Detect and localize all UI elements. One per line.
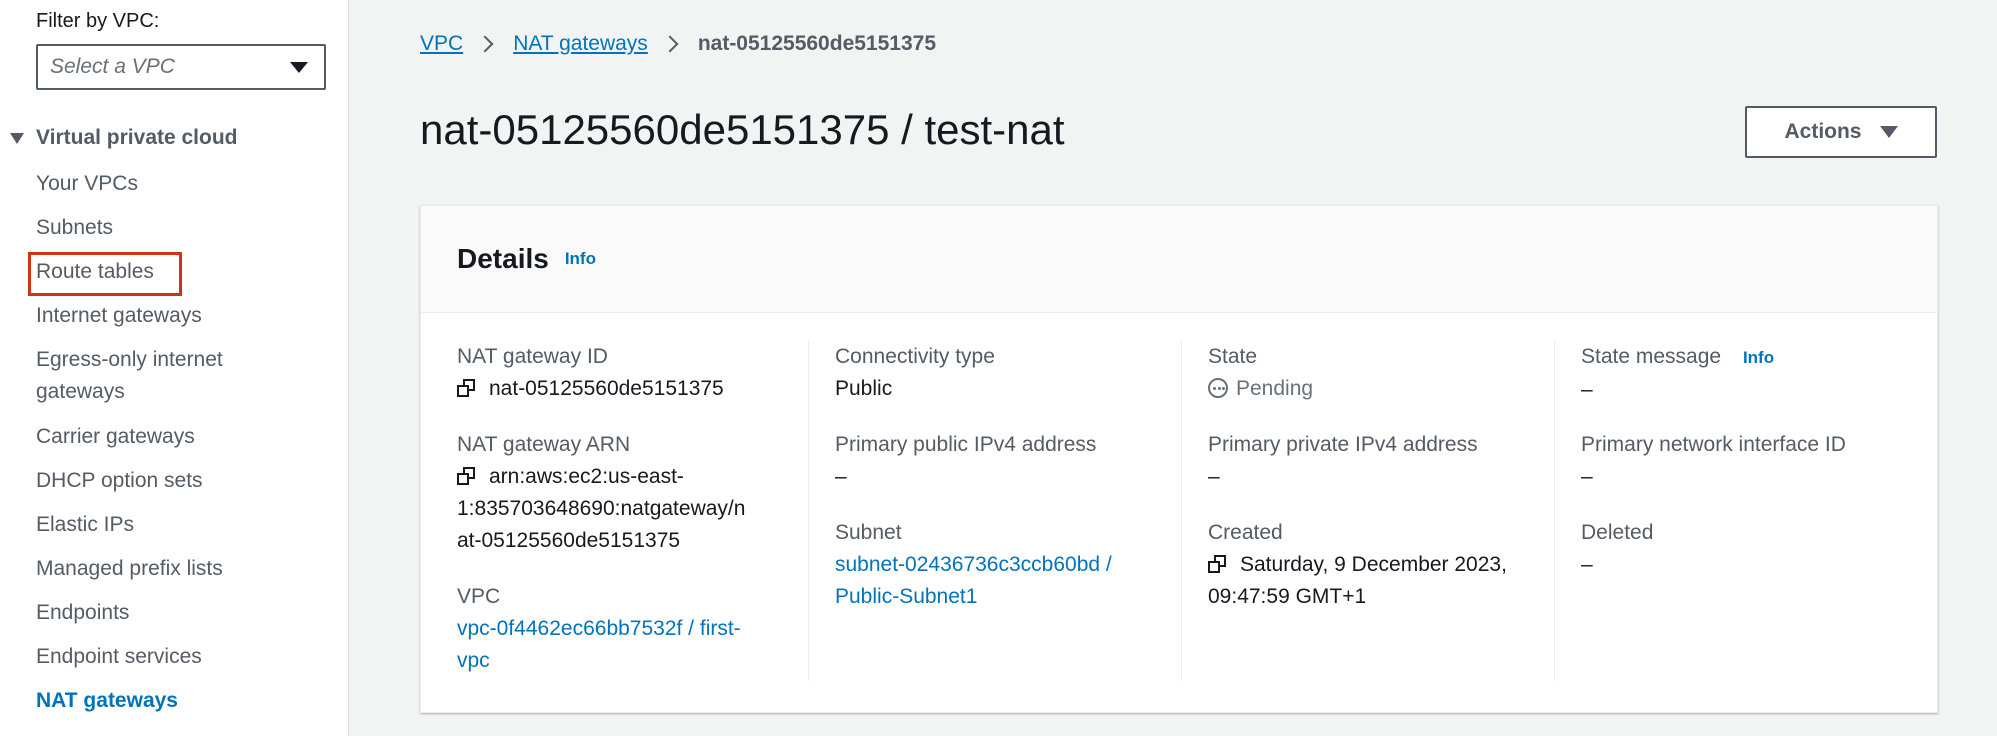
pending-status-icon [1208,378,1228,398]
details-column-3: State Pending Primary private IPv4 addre… [1181,341,1522,681]
connectivity-type-field: Connectivity type Public [835,341,995,405]
sidebar-item-label-line2: gateways [36,380,125,403]
nat-gateway-arn-line1: arn:aws:ec2:us-east- [489,465,684,488]
state-value-row: Pending [1208,373,1313,405]
breadcrumb-vpc-link[interactable]: VPC [420,32,463,56]
subnet-field: Subnet subnet-02436736c3ccb60bd / Public… [835,517,1112,613]
copy-icon[interactable] [457,379,475,397]
field-label: Connectivity type [835,345,995,368]
copy-icon[interactable] [1208,555,1226,573]
details-column-4: State message Info – Primary network int… [1554,341,1895,681]
primary-private-ip-value: – [1208,465,1220,488]
details-column-2: Connectivity type Public Primary public … [808,341,1175,681]
nat-gateway-arn-field: NAT gateway ARN arn:aws:ec2:us-east- 1:8… [457,429,745,557]
sidebar-item-elastic-ips[interactable]: Elastic IPs [36,509,134,541]
breadcrumb-nat-gateways-link[interactable]: NAT gateways [513,32,648,56]
sidebar-item-internet-gateways[interactable]: Internet gateways [36,300,202,332]
section-title: Virtual private cloud [36,126,238,149]
vpc-link-line2[interactable]: vpc [457,645,741,677]
primary-public-ip-value: – [835,465,847,488]
sidebar-item-your-vpcs[interactable]: Your VPCs [36,168,138,200]
actions-label: Actions [1784,120,1862,143]
breadcrumb: VPC NAT gateways nat-05125560de5151375 [420,32,936,56]
sidebar-item-endpoint-services[interactable]: Endpoint services [36,641,202,673]
field-label: Primary private IPv4 address [1208,433,1478,456]
sidebar: Filter by VPC: Select a VPC Virtual priv… [0,0,349,736]
sidebar-item-label: Egress-only internet [36,348,223,371]
chevron-right-icon [476,35,494,53]
details-title: Details [457,243,549,274]
vpc-select[interactable]: Select a VPC [36,44,326,90]
details-columns: NAT gateway ID nat-05125560de5151375 NAT… [421,341,1937,681]
sidebar-item-nat-gateways[interactable]: NAT gateways [36,685,178,717]
vpc-field: VPC vpc-0f4462ec66bb7532f / first- vpc [457,581,741,677]
primary-public-ip-field: Primary public IPv4 address – [835,429,1096,493]
field-value-row: arn:aws:ec2:us-east- [457,461,745,493]
nat-gateway-id-value: nat-05125560de5151375 [489,377,724,400]
field-label: VPC [457,585,501,608]
connectivity-type-value: Public [835,377,893,400]
deleted-field: Deleted – [1581,517,1653,581]
page-title: nat-05125560de5151375 / test-nat [420,106,1065,153]
sidebar-item-managed-prefix-lists[interactable]: Managed prefix lists [36,553,223,585]
copy-icon[interactable] [457,467,475,485]
vpc-select-placeholder: Select a VPC [50,55,175,78]
field-label: NAT gateway ARN [457,433,631,456]
details-header: Details Info [421,206,1937,313]
nat-gateway-arn-line3: at-05125560de5151375 [457,529,681,552]
chevron-right-icon [661,35,679,53]
route-tables-highlight [28,252,182,296]
created-line2: 09:47:59 GMT+1 [1208,585,1367,608]
details-column-1: NAT gateway ID nat-05125560de5151375 NAT… [457,341,797,681]
details-panel: Details Info NAT gateway ID nat-05125560… [420,205,1938,713]
sidebar-item-dhcp-option-sets[interactable]: DHCP option sets [36,465,203,497]
field-label: Subnet [835,521,902,544]
subnet-link-line1[interactable]: subnet-02436736c3ccb60bd / [835,549,1112,581]
created-line1: Saturday, 9 December 2023, [1240,553,1507,576]
field-label: State [1208,345,1258,368]
caret-down-icon [1879,126,1898,138]
field-label: Created [1208,521,1283,544]
primary-network-interface-value: – [1581,465,1593,488]
nat-gateway-id-field: NAT gateway ID nat-05125560de5151375 [457,341,724,405]
field-label: Primary network interface ID [1581,433,1846,456]
expand-triangle-icon [10,132,24,144]
created-field: Created Saturday, 9 December 2023, 09:47… [1208,517,1507,613]
field-value-row: Saturday, 9 December 2023, [1208,549,1507,581]
field-label: State message [1581,345,1722,368]
vpc-link-line1[interactable]: vpc-0f4462ec66bb7532f / first- [457,613,741,645]
state-field: State Pending [1208,341,1313,405]
section-virtual-private-cloud[interactable]: Virtual private cloud [10,126,238,150]
field-label: Deleted [1581,521,1654,544]
state-message-field: State message Info – [1581,341,1774,406]
caret-down-icon [290,62,308,73]
deleted-value: – [1581,553,1593,576]
primary-private-ip-field: Primary private IPv4 address – [1208,429,1478,493]
state-message-info-link[interactable]: Info [1743,348,1774,367]
sidebar-item-carrier-gateways[interactable]: Carrier gateways [36,421,195,453]
field-value-row: nat-05125560de5151375 [457,373,724,405]
subnet-link-line2[interactable]: Public-Subnet1 [835,581,1112,613]
state-message-value: – [1581,378,1593,401]
sidebar-item-egress-only-internet-gateways[interactable]: Egress-only internet gateways [36,344,223,408]
details-info-link[interactable]: Info [565,249,596,269]
field-label: Primary public IPv4 address [835,433,1097,456]
sidebar-item-endpoints[interactable]: Endpoints [36,597,129,629]
state-value: Pending [1236,377,1314,400]
breadcrumb-current: nat-05125560de5151375 [697,32,937,55]
nat-gateway-arn-line2: 1:835703648690:natgateway/n [457,497,746,520]
actions-button[interactable]: Actions [1745,106,1937,158]
field-label: NAT gateway ID [457,345,608,368]
sidebar-item-subnets[interactable]: Subnets [36,212,113,244]
state-message-label-row: State message Info [1581,341,1774,374]
primary-network-interface-field: Primary network interface ID – [1581,429,1846,493]
filter-by-vpc-label: Filter by VPC: [36,10,160,32]
